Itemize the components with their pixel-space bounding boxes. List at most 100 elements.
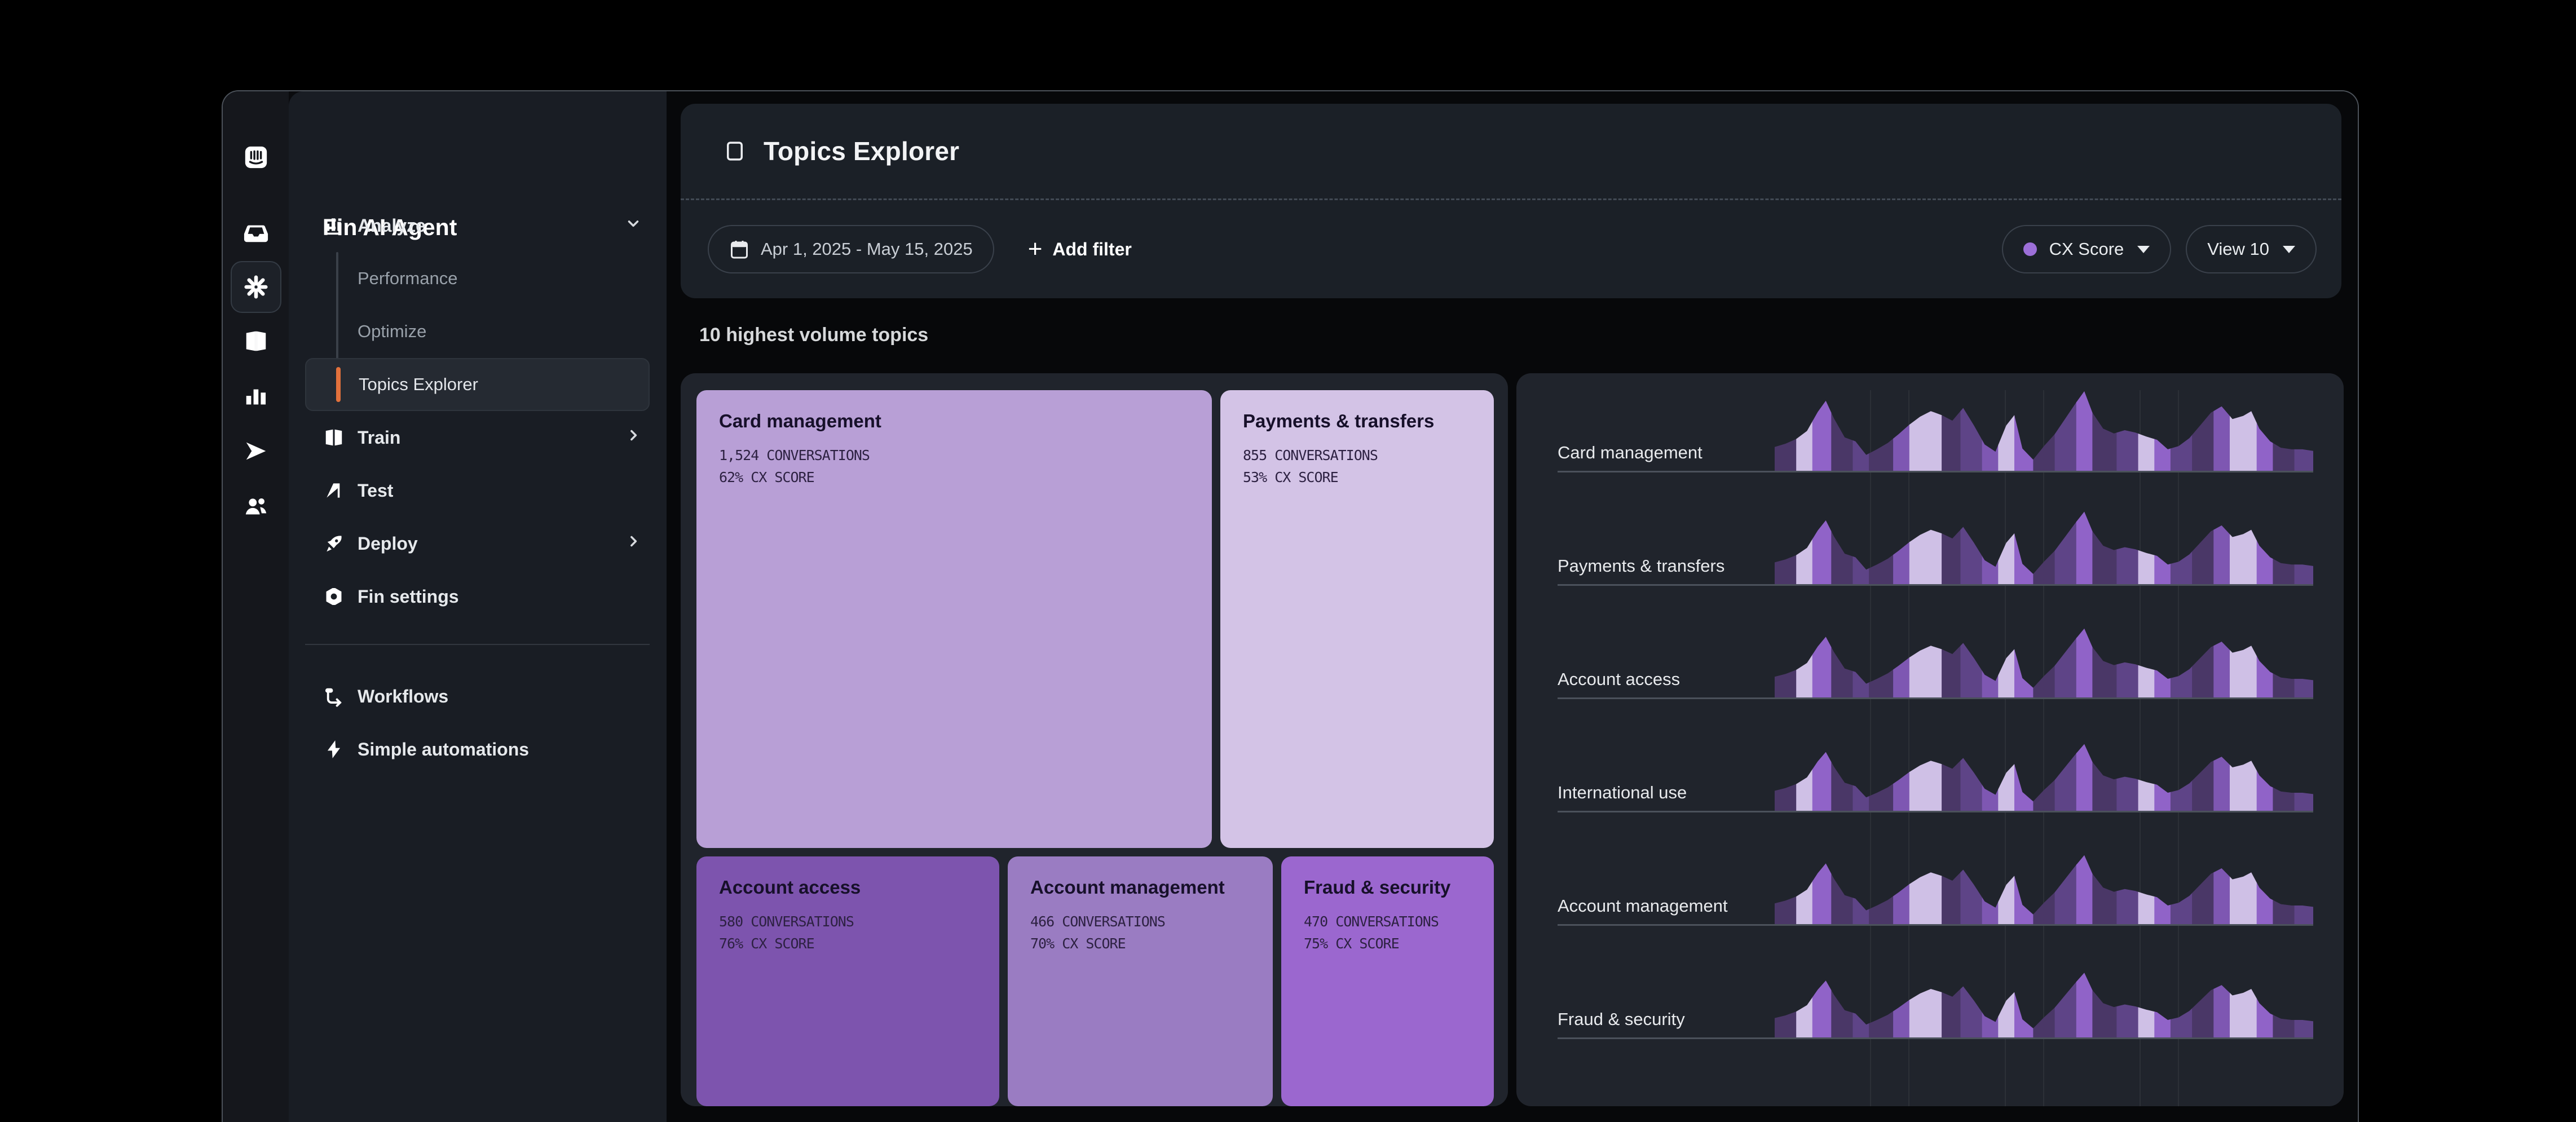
trend-sparkline — [1775, 953, 2313, 1037]
book-icon — [323, 426, 345, 449]
trend-row-label: Account access — [1558, 669, 1680, 690]
trend-row-label: Fraud & security — [1558, 1009, 1685, 1030]
fin-icon[interactable] — [231, 261, 281, 313]
icon-rail — [223, 91, 289, 1122]
sidebar: Fin AI Agent AnalyzePerformanceOptimizeT… — [289, 91, 667, 1122]
topic-name: Card management — [719, 410, 1189, 432]
chevron-down-icon — [2137, 246, 2150, 253]
topic-name: Payments & transfers — [1243, 410, 1471, 432]
knowledge-icon[interactable] — [231, 315, 281, 367]
date-range-label: Apr 1, 2025 - May 15, 2025 — [761, 239, 973, 259]
treemap-card-payments-transfers[interactable]: Payments & transfers 855 CONVERSATIONS53%… — [1220, 390, 1494, 848]
treemap-card-account-access[interactable]: Account access 580 CONVERSATIONS76% CX SC… — [696, 856, 999, 1106]
topic-stats: 1,524 CONVERSATIONS — [719, 444, 1189, 466]
chevron-right-icon — [625, 533, 642, 554]
main-area: Topics Explorer Apr 1, 2025 - May 15, 20… — [667, 91, 2358, 1122]
sidebar-item-simple-automations[interactable]: Simple automations — [305, 723, 650, 776]
trend-sparkline — [1775, 840, 2313, 924]
sidebar-item-test[interactable]: Test — [305, 464, 650, 517]
trend-row-label: International use — [1558, 783, 1687, 803]
sidebar-item-label: Simple automations — [358, 739, 529, 760]
trend-row-payments-transfers[interactable]: Payments & transfers — [1558, 496, 2313, 586]
trend-panel: Card management Payments & transfers Acc… — [1516, 373, 2344, 1106]
header-panel: Topics Explorer Apr 1, 2025 - May 15, 20… — [681, 104, 2341, 298]
sidebar-item-label: Performance — [358, 268, 457, 289]
view-count-select[interactable]: View 10 — [2186, 225, 2317, 273]
topic-stats: 75% CX SCORE — [1304, 933, 1471, 955]
treemap-card-account-management[interactable]: Account management 466 CONVERSATIONS70% C… — [1008, 856, 1273, 1106]
reports-icon[interactable] — [231, 371, 281, 423]
sidebar-nav: Analyze Performance Optimize Topics Explore… — [305, 199, 650, 623]
trend-row-label: Payments & transfers — [1558, 556, 1724, 576]
topic-stats: 70% CX SCORE — [1030, 933, 1250, 955]
sidebar-item-train[interactable]: Train — [305, 411, 650, 464]
inbox-icon[interactable] — [231, 207, 281, 259]
sidebar-item-label: Deploy — [358, 533, 418, 554]
app-window: Fin AI Agent AnalyzePerformanceOptimizeT… — [222, 90, 2359, 1122]
metric-dot — [2023, 242, 2037, 256]
filter-bar: Apr 1, 2025 - May 15, 2025 + Add filter … — [681, 200, 2341, 273]
test-icon — [323, 479, 345, 502]
chevron-down-icon — [625, 215, 642, 236]
trend-row-card-management[interactable]: Card management — [1558, 382, 2313, 472]
section-heading: 10 highest volume topics — [699, 324, 928, 346]
sidebar-item-label: Workflows — [358, 686, 448, 707]
topic-stats: 76% CX SCORE — [719, 933, 977, 955]
treemap-card-card-management[interactable]: Card management 1,524 CONVERSATIONS62% CX… — [696, 390, 1212, 848]
trend-row-account-access[interactable]: Account access — [1558, 609, 2313, 699]
trend-sparkline — [1775, 613, 2313, 697]
trend-sparkline — [1775, 386, 2313, 471]
date-range-filter[interactable]: Apr 1, 2025 - May 15, 2025 — [708, 225, 994, 273]
analyze-icon — [323, 214, 345, 237]
topic-stats: 53% CX SCORE — [1243, 466, 1471, 488]
trend-sparkline — [1775, 500, 2313, 584]
page-header: Topics Explorer — [681, 104, 2341, 198]
trend-row-label: Card management — [1558, 443, 1702, 463]
gear-icon — [323, 585, 345, 608]
add-filter-button[interactable]: + Add filter — [1028, 237, 1132, 262]
panel-toggle-icon[interactable] — [723, 139, 747, 163]
outbound-icon[interactable] — [231, 425, 281, 477]
sidebar-footer-nav: Workflows Simple automations — [305, 670, 650, 776]
sidebar-item-deploy[interactable]: Deploy — [305, 517, 650, 570]
treemap-panel: Card management 1,524 CONVERSATIONS62% CX… — [681, 373, 1508, 1106]
page-title: Topics Explorer — [764, 136, 959, 166]
topic-stats: 466 CONVERSATIONS — [1030, 911, 1250, 933]
calendar-icon — [729, 239, 749, 259]
topic-name: Account access — [719, 877, 977, 898]
sidebar-divider — [305, 644, 650, 645]
metric-select[interactable]: CX Score — [2002, 225, 2172, 273]
topic-stats: 580 CONVERSATIONS — [719, 911, 977, 933]
sidebar-item-workflows[interactable]: Workflows — [305, 670, 650, 723]
plus-icon: + — [1028, 237, 1043, 262]
topic-stats: 855 CONVERSATIONS — [1243, 444, 1471, 466]
sidebar-item-label: Train — [358, 427, 400, 448]
sidebar-item-topics-explorer[interactable]: Topics Explorer — [305, 358, 650, 411]
chevron-right-icon — [625, 427, 642, 448]
rocket-icon — [323, 532, 345, 555]
topic-name: Fraud & security — [1304, 877, 1471, 898]
trend-row-fraud-security[interactable]: Fraud & security — [1558, 949, 2313, 1039]
sidebar-item-label: Test — [358, 480, 393, 501]
intercom-logo-icon[interactable] — [231, 131, 281, 183]
trend-row-label: Account management — [1558, 896, 1728, 916]
topic-stats: 62% CX SCORE — [719, 466, 1189, 488]
sidebar-item-analyze[interactable]: Analyze — [305, 199, 650, 252]
bolt-icon — [323, 738, 345, 761]
sidebar-item-optimize[interactable]: Optimize — [305, 305, 650, 358]
contacts-icon[interactable] — [231, 480, 281, 532]
trend-sparkline — [1775, 726, 2313, 811]
sidebar-item-label: Topics Explorer — [359, 374, 478, 395]
sidebar-item-label: Analyze — [358, 215, 426, 236]
active-item-marker — [336, 367, 341, 402]
workflow-icon — [323, 685, 345, 708]
trend-row-international-use[interactable]: International use — [1558, 722, 2313, 812]
topic-name: Account management — [1030, 877, 1250, 898]
trend-row-account-management[interactable]: Account management — [1558, 836, 2313, 926]
sidebar-item-label: Optimize — [358, 321, 426, 342]
chevron-down-icon — [2283, 246, 2295, 253]
sidebar-item-label: Fin settings — [358, 586, 459, 607]
treemap-card-fraud-security[interactable]: Fraud & security470 CONVERSATIONS75% CX … — [1281, 856, 1494, 1106]
sidebar-item-performance[interactable]: Performance — [305, 252, 650, 305]
sidebar-item-fin-settings[interactable]: Fin settings — [305, 570, 650, 623]
